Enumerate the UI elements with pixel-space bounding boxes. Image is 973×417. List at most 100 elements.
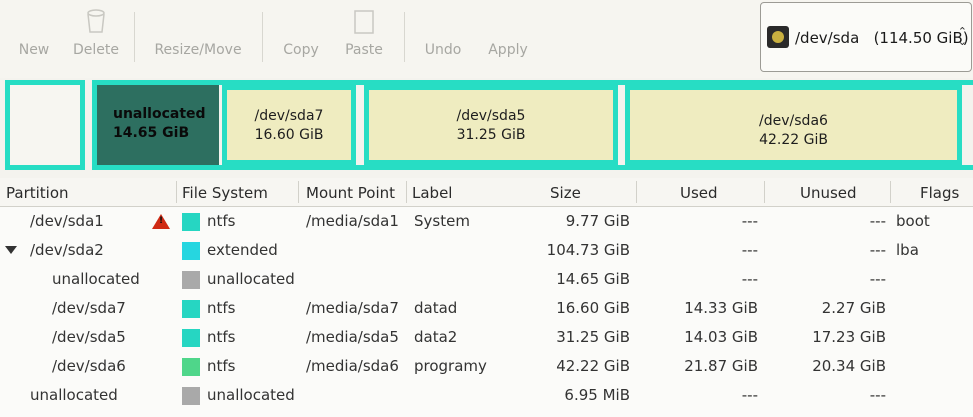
table-row[interactable]: /dev/sda1 ntfs /media/sda1 System 9.77 G… (0, 208, 973, 235)
paste-label: Paste (345, 42, 383, 58)
device-name: /dev/sda (795, 29, 860, 47)
filesystem-color-swatch (182, 271, 200, 289)
cell-unused: --- (869, 270, 886, 288)
cell-unused: --- (869, 241, 886, 259)
cell-unused: --- (869, 386, 886, 404)
table-row[interactable]: /dev/sda2 extended 104.73 GiB --- --- lb… (0, 237, 973, 264)
partition-block-sda1[interactable] (5, 80, 85, 170)
paste-button[interactable]: Paste (340, 8, 388, 58)
toolbar-separator (404, 12, 405, 62)
partition-block-unallocated[interactable]: unallocated 14.65 GiB (97, 85, 219, 165)
cell-unused: --- (869, 212, 886, 230)
cell-partition: /dev/sda7 (52, 299, 126, 317)
cell-partition: unallocated (52, 270, 140, 288)
cell-used: --- (741, 386, 758, 404)
partition-block-sda5[interactable]: /dev/sda5 31.25 GiB (364, 85, 618, 165)
filesystem-color-swatch (182, 329, 200, 347)
apply-button[interactable]: Apply (482, 8, 534, 58)
table-row[interactable]: /dev/sda7 ntfs /media/sda7 datad 16.60 G… (0, 295, 973, 322)
delete-label: Delete (73, 42, 119, 58)
cell-size: 16.60 GiB (556, 299, 630, 317)
cell-used: 14.33 GiB (684, 299, 758, 317)
filesystem-color-swatch (182, 242, 200, 260)
apply-icon (497, 8, 519, 34)
warning-icon (152, 214, 170, 229)
cell-file-system: unallocated (207, 386, 295, 404)
block-size: 14.65 GiB (113, 125, 190, 141)
undo-icon (432, 8, 454, 34)
column-header-label[interactable]: Label (412, 184, 452, 202)
copy-icon (290, 8, 312, 34)
table-row[interactable]: unallocated unallocated 6.95 MiB --- --- (0, 382, 973, 409)
block-size: 42.22 GiB (759, 132, 828, 148)
new-label: New (18, 42, 50, 58)
copy-button[interactable]: Copy (278, 8, 324, 58)
cell-used: --- (741, 270, 758, 288)
cell-size: 14.65 GiB (556, 270, 630, 288)
column-header-file-system[interactable]: File System (182, 184, 268, 202)
cell-partition: /dev/sda1 (30, 212, 104, 230)
device-selector[interactable]: /dev/sda (114.50 GiB) ⌃ ⌄ (760, 2, 972, 72)
cell-size: 9.77 GiB (565, 212, 630, 230)
cell-used: --- (741, 241, 758, 259)
filesystem-color-swatch (182, 387, 200, 405)
table-row[interactable]: unallocated unallocated 14.65 GiB --- --… (0, 266, 973, 293)
resize-move-button[interactable]: Resize/Move (148, 8, 248, 58)
cell-partition: /dev/sda2 (30, 241, 104, 259)
column-divider[interactable] (176, 181, 177, 203)
copy-label: Copy (283, 42, 319, 58)
cell-file-system: ntfs (207, 328, 236, 346)
cell-used: 21.87 GiB (684, 357, 758, 375)
new-button[interactable]: New (12, 8, 56, 58)
cell-mount-point: /media/sda5 (306, 328, 399, 346)
column-header-used[interactable]: Used (680, 184, 718, 202)
block-name: /dev/sda5 (456, 108, 526, 124)
cell-size: 104.73 GiB (546, 241, 630, 259)
cell-file-system: ntfs (207, 212, 236, 230)
cell-flags: boot (896, 212, 930, 230)
new-partition-icon (23, 8, 45, 34)
trash-icon (87, 9, 105, 33)
device-label: /dev/sda (114.50 GiB) (795, 29, 969, 47)
cell-partition: unallocated (30, 386, 118, 404)
cell-mount-point: /media/sda1 (306, 212, 399, 230)
column-header-unused[interactable]: Unused (800, 184, 857, 202)
block-name: /dev/sda6 (759, 113, 828, 129)
expander-arrow-icon[interactable] (5, 246, 17, 254)
filesystem-color-swatch (182, 300, 200, 318)
cell-unused: 2.27 GiB (821, 299, 886, 317)
cell-flags: lba (896, 241, 919, 259)
column-divider[interactable] (406, 181, 407, 203)
column-header-flags[interactable]: Flags (920, 184, 959, 202)
column-header-partition[interactable]: Partition (6, 184, 69, 202)
toolbar: New Delete Resize/Move Copy Paste Undo A… (0, 0, 973, 78)
block-name: /dev/sda7 (254, 108, 324, 124)
table-row[interactable]: /dev/sda6 ntfs /media/sda6 programy 42.2… (0, 353, 973, 380)
cell-size: 6.95 MiB (564, 386, 630, 404)
column-divider[interactable] (636, 181, 637, 203)
cell-used: 14.03 GiB (684, 328, 758, 346)
cell-mount-point: /media/sda7 (306, 299, 399, 317)
partition-block-sda6[interactable]: /dev/sda6 42.22 GiB (625, 85, 962, 165)
column-divider[interactable] (890, 181, 891, 203)
filesystem-color-swatch (182, 213, 200, 231)
partition-table: Partition File System Mount Point Label … (0, 178, 973, 417)
toolbar-separator (134, 12, 135, 62)
column-header-mount-point[interactable]: Mount Point (306, 184, 395, 202)
column-divider[interactable] (298, 181, 299, 203)
undo-button[interactable]: Undo (418, 8, 468, 58)
partition-block-sda7[interactable]: /dev/sda7 16.60 GiB (222, 85, 356, 165)
cell-unused: 17.23 GiB (812, 328, 886, 346)
column-header-size[interactable]: Size (550, 184, 581, 202)
cell-label: datad (414, 299, 458, 317)
column-divider[interactable] (764, 181, 765, 203)
resize-move-label: Resize/Move (154, 42, 242, 58)
cell-unused: 20.34 GiB (812, 357, 886, 375)
cell-file-system: unallocated (207, 270, 295, 288)
cell-label: programy (414, 357, 487, 375)
cell-mount-point: /media/sda6 (306, 357, 399, 375)
delete-button[interactable]: Delete (70, 8, 122, 58)
table-row[interactable]: /dev/sda5 ntfs /media/sda5 data2 31.25 G… (0, 324, 973, 351)
device-size: (114.50 GiB) (873, 29, 969, 47)
apply-label: Apply (488, 42, 528, 58)
